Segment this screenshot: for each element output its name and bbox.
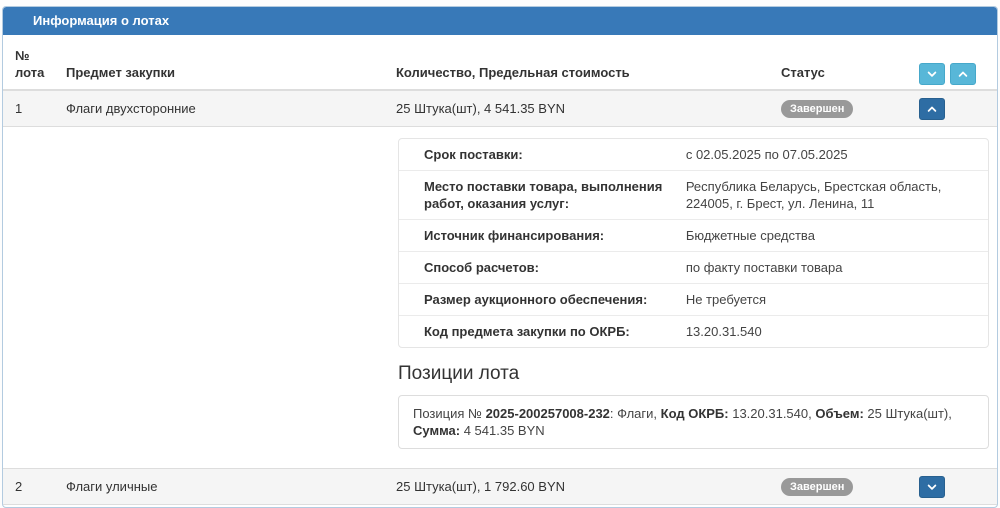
lot-quantity: 25 Штука(шт), 1 792.60 BYN	[396, 479, 565, 494]
position-prefix: Позиция №	[413, 406, 486, 421]
lot-subject: Флаги уличные	[66, 479, 158, 494]
position-number: 2025-200257008-232	[485, 406, 610, 421]
position-okrb-value: 13.20.31.540,	[728, 406, 816, 421]
chevron-up-icon	[957, 68, 969, 80]
detail-row-payment-method: Способ расчетов: по факту поставки товар…	[399, 252, 988, 284]
position-subject: : Флаги,	[609, 406, 661, 421]
lot-1-collapse-button[interactable]	[919, 97, 945, 120]
lot-quantity: 25 Штука(шт), 4 541.35 BYN	[396, 101, 565, 116]
status-badge: Завершен	[781, 478, 854, 496]
chevron-up-icon	[926, 103, 938, 115]
position-okrb-label: Код ОКРБ:	[660, 406, 729, 421]
status-badge: Завершен	[781, 100, 854, 118]
detail-label: Размер аукционного обеспечения:	[424, 292, 648, 307]
header-subject: Предмет закупки	[66, 65, 176, 80]
lot-subject: Флаги двухсторонние	[66, 101, 196, 116]
header-quantity: Количество, Предельная стоимость	[396, 65, 630, 80]
detail-value: Республика Беларусь, Брестская область, …	[685, 179, 942, 211]
lot-1-details: Срок поставки: с 02.05.2025 по 07.05.202…	[3, 127, 997, 469]
lot-row-2: 2 Флаги уличные 25 Штука(шт), 1 792.60 B…	[3, 469, 997, 505]
detail-label: Источник финансирования:	[424, 228, 605, 243]
header-lot-number: № лота	[15, 48, 45, 80]
detail-label: Место поставки товара, выполнения работ,…	[424, 179, 663, 211]
header-status: Статус	[781, 65, 825, 80]
header-actions	[911, 59, 997, 89]
detail-value: Не требуется	[685, 292, 766, 307]
detail-row-okrb-code: Код предмета закупки по ОКРБ: 13.20.31.5…	[399, 316, 988, 347]
detail-value: 13.20.31.540	[685, 324, 762, 339]
lot-row-1: 1 Флаги двухсторонние 25 Штука(шт), 4 54…	[3, 91, 997, 127]
panel-bottom-spacer	[3, 505, 997, 507]
lots-panel: Информация о лотах № лота Предмет закупк…	[2, 6, 998, 508]
lot-actions	[911, 94, 997, 124]
lot-number: 2	[15, 479, 23, 494]
chevron-down-icon	[926, 68, 938, 80]
lot-actions	[911, 472, 997, 502]
chevron-down-icon	[926, 481, 938, 493]
lot-position-item: Позиция № 2025-200257008-232: Флаги, Код…	[398, 395, 989, 449]
detail-row-delivery-period: Срок поставки: с 02.05.2025 по 07.05.202…	[399, 139, 988, 171]
detail-value: с 02.05.2025 по 07.05.2025	[685, 147, 848, 162]
position-volume-value: 25 Штука(шт),	[863, 406, 952, 421]
detail-label: Способ расчетов:	[424, 260, 539, 275]
position-sum-value: 4 541.35 BYN	[460, 423, 545, 438]
detail-row-funding-source: Источник финансирования: Бюджетные средс…	[399, 220, 988, 252]
lot-details-table: Срок поставки: с 02.05.2025 по 07.05.202…	[398, 138, 989, 348]
lot-2-expand-button[interactable]	[919, 475, 945, 498]
collapse-all-button[interactable]	[919, 63, 945, 85]
lots-table: № лота Предмет закупки Количество, Преде…	[3, 35, 997, 507]
table-header-row: № лота Предмет закупки Количество, Преде…	[3, 35, 997, 91]
detail-row-auction-security: Размер аукционного обеспечения: Не требу…	[399, 284, 988, 316]
detail-value: по факту поставки товара	[685, 260, 843, 275]
expand-all-button[interactable]	[950, 63, 976, 85]
position-volume-label: Объем:	[815, 406, 864, 421]
detail-value: Бюджетные средства	[685, 228, 815, 243]
lot-status: Завершен	[773, 91, 911, 126]
lot-number: 1	[15, 101, 23, 116]
panel-title: Информация о лотах	[3, 7, 997, 35]
position-sum-label: Сумма:	[413, 423, 461, 438]
detail-label: Код предмета закупки по ОКРБ:	[424, 324, 630, 339]
detail-label: Срок поставки:	[424, 147, 523, 162]
lot-positions-title: Позиции лота	[398, 363, 520, 384]
lot-status: Завершен	[773, 469, 911, 504]
detail-row-delivery-place: Место поставки товара, выполнения работ,…	[399, 171, 988, 220]
